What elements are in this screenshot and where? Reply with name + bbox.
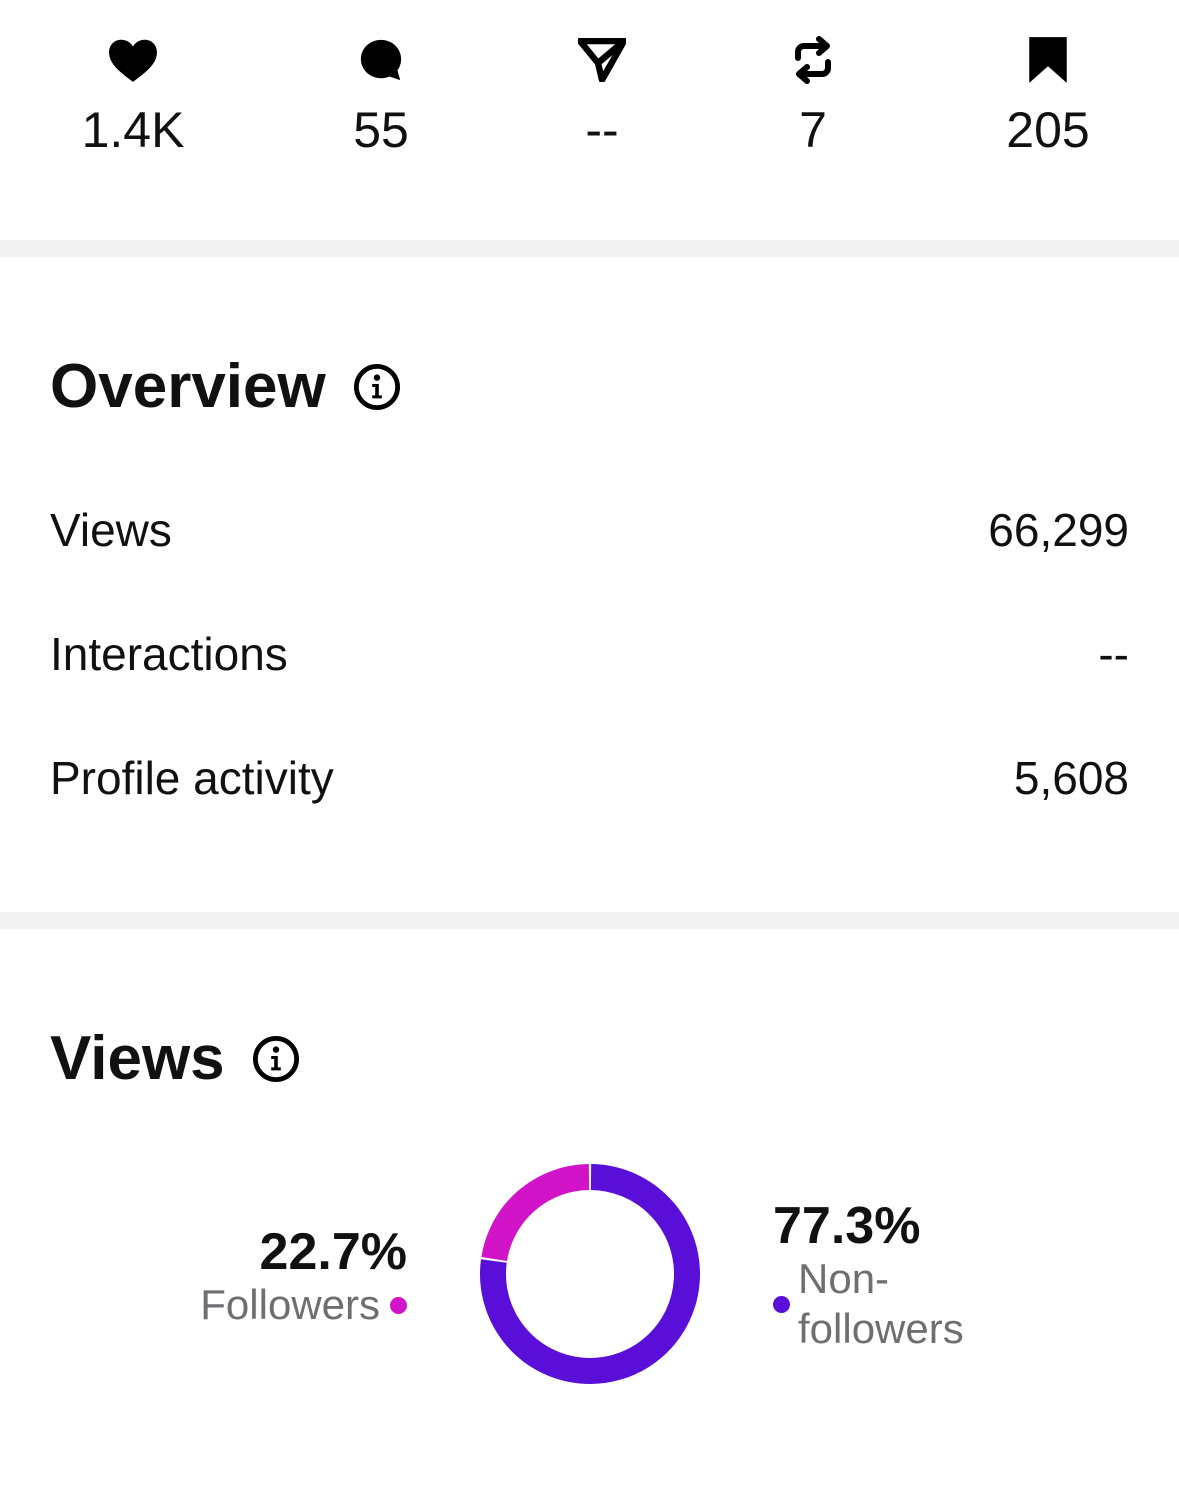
overview-row-label: Profile activity bbox=[50, 752, 334, 804]
saves-stat[interactable]: 205 bbox=[948, 30, 1148, 160]
donut-slice-followers bbox=[481, 1164, 590, 1262]
saves-count: 205 bbox=[1006, 102, 1090, 158]
overview-row-value: 66,299 bbox=[988, 504, 1129, 556]
followers-legend: 22.7% Followers bbox=[200, 1224, 407, 1330]
overview-row-value: 5,608 bbox=[1013, 752, 1129, 804]
overview-row-interactions[interactable]: Interactions -- bbox=[50, 624, 1129, 684]
followers-legend-dot bbox=[390, 1296, 407, 1314]
views-header: Views bbox=[50, 1024, 301, 1094]
reposts-count: 7 bbox=[799, 102, 827, 158]
non-followers-percentage: 77.3% bbox=[773, 1197, 921, 1255]
overview-header: Overview bbox=[50, 352, 402, 422]
non-followers-legend-dot bbox=[773, 1295, 790, 1313]
section-divider bbox=[0, 240, 1179, 257]
comment-icon bbox=[351, 30, 411, 90]
views-breakdown-chart: 22.7% Followers 77.3% Non-followers bbox=[0, 1150, 1179, 1410]
shares-count: -- bbox=[585, 102, 619, 158]
likes-stat[interactable]: 1.4K bbox=[33, 30, 233, 160]
non-followers-label: Non-followers bbox=[798, 1255, 964, 1352]
comments-count: 55 bbox=[353, 102, 409, 158]
section-divider bbox=[0, 912, 1179, 929]
repost-icon bbox=[783, 30, 843, 90]
overview-row-label: Views bbox=[50, 504, 172, 556]
info-icon[interactable] bbox=[352, 362, 402, 412]
views-title: Views bbox=[50, 1024, 225, 1093]
non-followers-legend: 77.3% Non-followers bbox=[773, 1198, 998, 1354]
overview-row-label: Interactions bbox=[50, 628, 288, 680]
shares-stat[interactable]: -- bbox=[502, 30, 702, 160]
overview-row-profile-activity[interactable]: Profile activity 5,608 bbox=[50, 748, 1129, 808]
engagement-stats-row: 1.4K 55 -- 7 205 bbox=[0, 0, 1179, 240]
overview-row-views[interactable]: Views 66,299 bbox=[50, 500, 1129, 560]
overview-title: Overview bbox=[50, 352, 326, 421]
send-icon bbox=[572, 30, 632, 90]
bookmark-icon bbox=[1018, 30, 1078, 90]
comments-stat[interactable]: 55 bbox=[281, 30, 481, 160]
overview-row-value: -- bbox=[1098, 628, 1129, 680]
likes-count: 1.4K bbox=[81, 102, 185, 158]
followers-label: Followers bbox=[200, 1281, 380, 1328]
followers-percentage: 22.7% bbox=[259, 1223, 407, 1281]
heart-icon bbox=[103, 30, 163, 90]
info-icon[interactable] bbox=[251, 1034, 301, 1084]
views-donut-chart bbox=[480, 1164, 700, 1384]
reposts-stat[interactable]: 7 bbox=[713, 30, 913, 160]
